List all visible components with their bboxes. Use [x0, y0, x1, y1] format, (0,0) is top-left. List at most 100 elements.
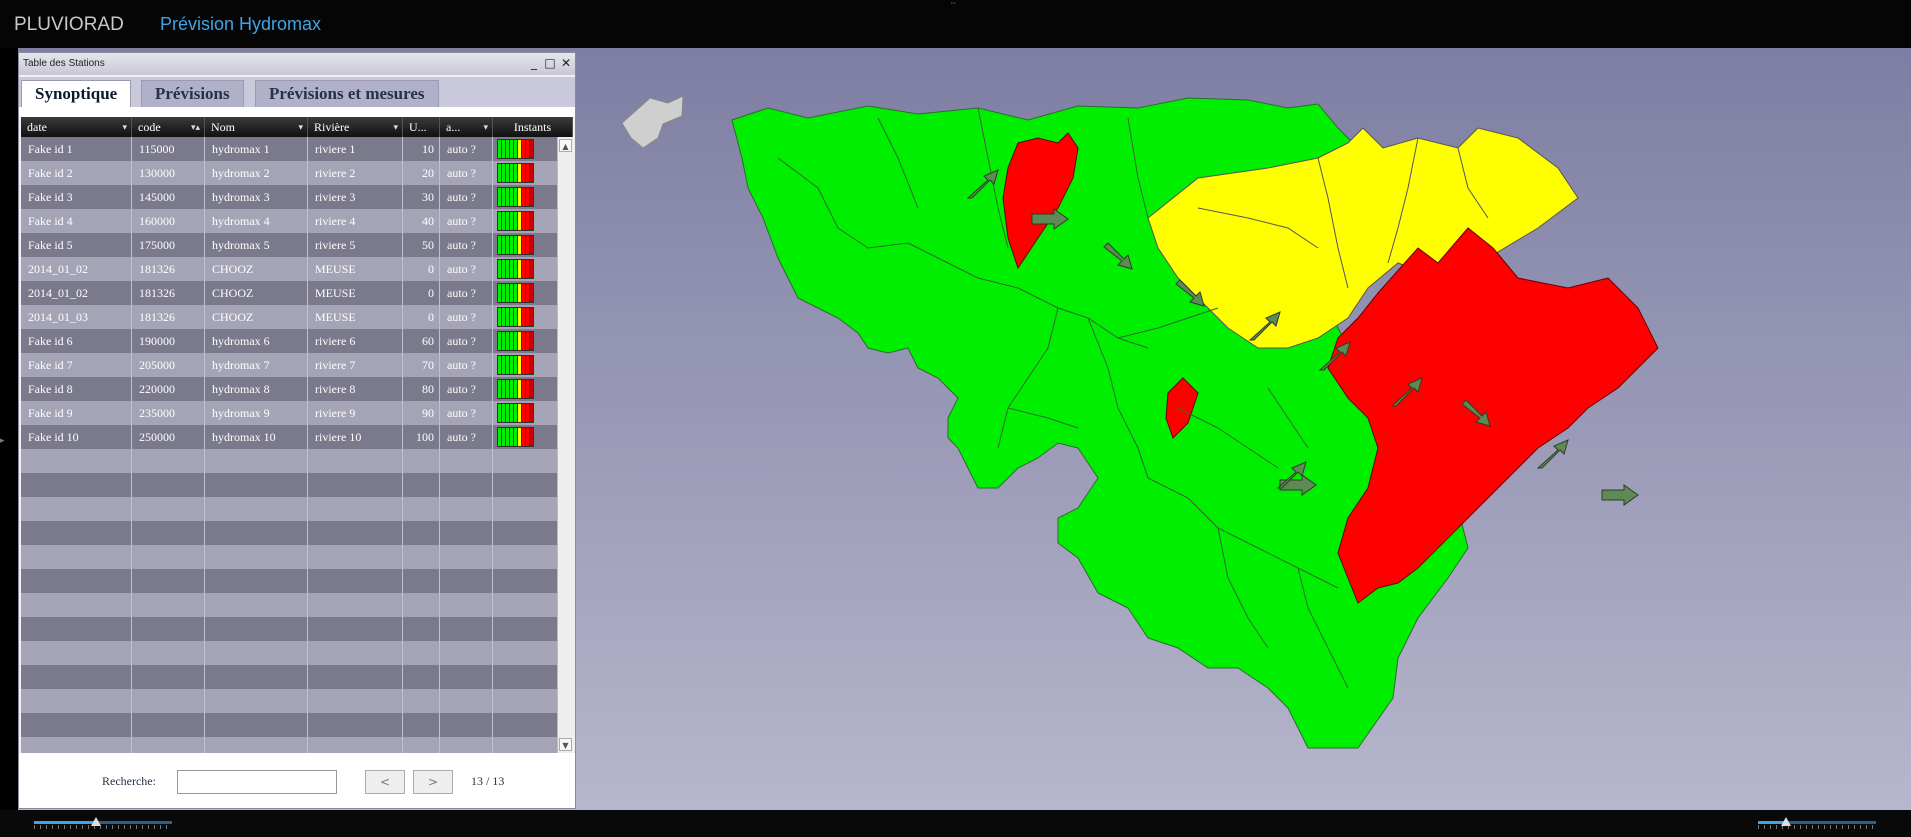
tab-previsions[interactable]: Prévisions	[141, 80, 244, 107]
next-button[interactable]: >	[413, 770, 453, 794]
table-row[interactable]: Fake id 3 145000 hydromax 3 riviere 3 30 auto…	[21, 185, 557, 209]
table-row[interactable]	[21, 689, 557, 713]
instant-segment	[522, 332, 525, 350]
cell-date: Fake id 10	[21, 425, 132, 449]
instant-segment	[522, 188, 525, 206]
collapse-arrow-icon[interactable]: ▸	[0, 436, 5, 446]
instant-segment	[526, 164, 529, 182]
table-row[interactable]: Fake id 7 205000 hydromax 7 riviere 7 70 auto…	[21, 353, 557, 377]
table-scrollbar[interactable]: ▲ ▼	[557, 137, 573, 753]
table-row[interactable]: 2014_01_02 181326 CHOOZ MEUSE 0 auto ?	[21, 257, 557, 281]
cell-code: 181326	[132, 257, 205, 281]
filter-icon[interactable]: ▾	[393, 118, 398, 138]
column-header-riviere[interactable]: Rivière ▾	[308, 117, 403, 137]
cell-u	[403, 473, 440, 497]
instant-segment	[514, 236, 517, 254]
scroll-down-icon[interactable]: ▼	[559, 738, 572, 751]
resize-grip-icon[interactable]: ⠒	[950, 0, 957, 10]
panel-title-bar[interactable]: Table des Stations _ □ ✕	[19, 53, 575, 75]
cell-auto	[440, 593, 493, 617]
time-slider-left[interactable]	[34, 817, 172, 829]
cell-u: 80	[403, 377, 440, 401]
column-header-date[interactable]: date ▾	[21, 117, 132, 137]
maximize-icon[interactable]: □	[543, 56, 557, 70]
instant-segment	[526, 236, 529, 254]
cell-u: 20	[403, 161, 440, 185]
instant-segment	[518, 404, 521, 422]
instant-segment	[518, 140, 521, 158]
table-row[interactable]: Fake id 2 130000 hydromax 2 riviere 2 20 auto…	[21, 161, 557, 185]
cell-date	[21, 593, 132, 617]
instant-segment	[498, 260, 501, 278]
table-row[interactable]	[21, 665, 557, 689]
column-header-nom[interactable]: Nom ▾	[205, 117, 308, 137]
table-row[interactable]	[21, 737, 557, 753]
cell-u	[403, 713, 440, 737]
filter-icon[interactable]: ▾	[122, 118, 127, 138]
cell-riviere: riviere 6	[308, 329, 403, 353]
search-input[interactable]	[177, 770, 337, 794]
table-row[interactable]	[21, 473, 557, 497]
table-row[interactable]: 2014_01_03 181326 CHOOZ MEUSE 0 auto ?	[21, 305, 557, 329]
map-region-grey	[621, 95, 684, 149]
table-row[interactable]: Fake id 5 175000 hydromax 5 riviere 5 50 auto…	[21, 233, 557, 257]
filter-sort-icon[interactable]: ▾▴	[191, 118, 200, 138]
table-row[interactable]	[21, 569, 557, 593]
column-header-instants[interactable]: Instants	[493, 117, 573, 137]
filter-icon[interactable]: ▾	[483, 118, 488, 138]
column-header-u[interactable]: U...	[403, 117, 440, 137]
table-row[interactable]	[21, 713, 557, 737]
cell-instants	[493, 545, 557, 569]
table-row[interactable]: Fake id 8 220000 hydromax 8 riviere 8 80 auto…	[21, 377, 557, 401]
instant-segment	[518, 308, 521, 326]
tab-previsions-et-mesures[interactable]: Prévisions et mesures	[255, 80, 439, 107]
instant-segment	[506, 140, 509, 158]
cell-u: 40	[403, 209, 440, 233]
instant-segment	[502, 164, 505, 182]
table-row[interactable]: 2014_01_02 181326 CHOOZ MEUSE 0 auto ?	[21, 281, 557, 305]
cell-riviere: MEUSE	[308, 257, 403, 281]
table-row[interactable]	[21, 449, 557, 473]
column-header-a[interactable]: a... ▾	[440, 117, 493, 137]
slider-thumb[interactable]	[91, 817, 102, 826]
table-row[interactable]	[21, 593, 557, 617]
app-subtitle-link[interactable]: Prévision Hydromax	[160, 14, 321, 35]
tab-synoptique[interactable]: Synoptique	[21, 80, 132, 108]
instant-segment	[514, 164, 517, 182]
minimize-icon[interactable]: _	[527, 56, 541, 70]
slider-thumb[interactable]	[1781, 817, 1792, 826]
cell-u	[403, 665, 440, 689]
table-row[interactable]: Fake id 9 235000 hydromax 9 riviere 9 90 auto…	[21, 401, 557, 425]
column-label: Rivière	[314, 120, 350, 134]
instant-segment	[530, 428, 533, 446]
cell-date: Fake id 1	[21, 137, 132, 161]
table-row[interactable]: Fake id 10 250000 hydromax 10 riviere 10 100…	[21, 425, 557, 449]
cell-riviere: riviere 10	[308, 425, 403, 449]
instant-segment	[522, 260, 525, 278]
table-row[interactable]: Fake id 6 190000 hydromax 6 riviere 6 60 auto…	[21, 329, 557, 353]
table-header: date ▾ code ▾▴ Nom ▾ Rivière ▾ U... a... ▾ In…	[21, 117, 573, 137]
search-label: Recherche:	[102, 774, 156, 788]
zoom-slider-right[interactable]	[1758, 817, 1876, 829]
scroll-up-icon[interactable]: ▲	[559, 139, 572, 152]
cell-code	[132, 737, 205, 753]
prev-button[interactable]: <	[365, 770, 405, 794]
table-row[interactable]	[21, 497, 557, 521]
cell-instants	[493, 425, 557, 449]
table-row[interactable]	[21, 641, 557, 665]
table-row[interactable]: Fake id 1 115000 hydromax 1 riviere 1 10 auto…	[21, 137, 557, 161]
table-row[interactable]	[21, 545, 557, 569]
cell-date	[21, 641, 132, 665]
table-row[interactable]: Fake id 4 160000 hydromax 4 riviere 4 40 auto…	[21, 209, 557, 233]
close-icon[interactable]: ✕	[559, 56, 573, 70]
instant-segment	[502, 140, 505, 158]
column-header-code[interactable]: code ▾▴	[132, 117, 205, 137]
table-row[interactable]	[21, 617, 557, 641]
cell-nom	[205, 641, 308, 665]
table-row[interactable]	[21, 521, 557, 545]
cell-code	[132, 593, 205, 617]
cell-instants	[493, 137, 557, 161]
filter-icon[interactable]: ▾	[298, 118, 303, 138]
instant-segment	[498, 404, 501, 422]
bottom-bar	[0, 810, 1911, 837]
